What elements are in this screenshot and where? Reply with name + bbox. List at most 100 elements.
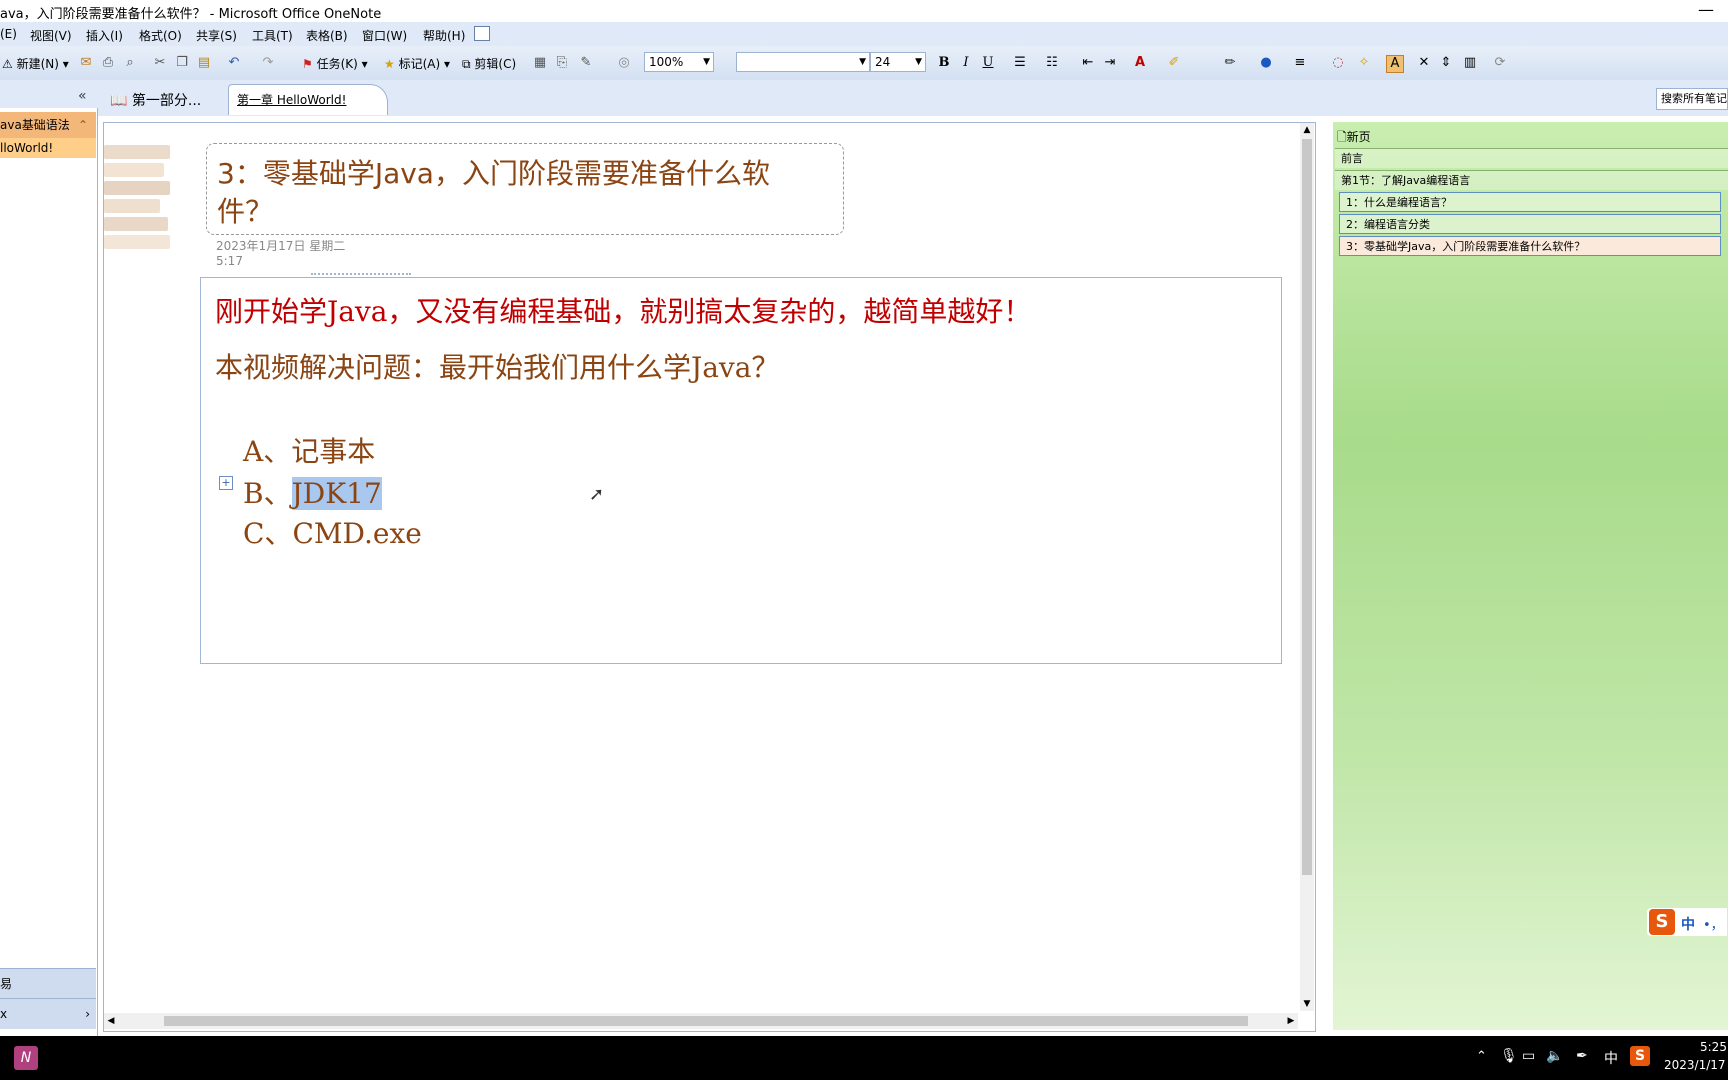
option-a[interactable]: A、记事本 [243, 430, 375, 470]
highlight-icon[interactable]: ✐ [1166, 55, 1182, 71]
vertical-scroll-thumb[interactable] [1302, 139, 1312, 875]
paste-icon[interactable]: ▤ [196, 55, 212, 71]
page-tab-section-1[interactable]: 第1节：了解Java编程语言 [1335, 170, 1728, 190]
space-icon[interactable]: ⇕ [1438, 55, 1454, 71]
option-b[interactable]: B、JDK17 [243, 472, 382, 512]
scroll-left-icon[interactable]: ◀ [104, 1013, 118, 1029]
container-drag-handle[interactable] [311, 273, 411, 275]
indent-icon[interactable]: ⇥ [1102, 55, 1118, 71]
volume-icon[interactable]: 🔈 [1546, 1048, 1563, 1064]
clip-icon: ⧉ [462, 57, 471, 71]
page-title-box[interactable]: 3：零基础学Java，入门阶段需要准备什么软 件？ [206, 143, 844, 235]
scroll-down-icon[interactable]: ▼ [1300, 997, 1314, 1011]
task-button[interactable]: ⚑ 任务(K) ▾ [302, 55, 368, 72]
ime-toolbar[interactable]: S 中 •， [1647, 908, 1727, 936]
scroll-right-icon[interactable]: ▶ [1284, 1013, 1298, 1029]
sogou-tray-icon[interactable]: S [1630, 1046, 1650, 1066]
page-title-line-2: 件？ [217, 195, 274, 228]
italic-button[interactable]: I [958, 55, 974, 71]
clock-date[interactable]: 2023/1/17 [1664, 1058, 1726, 1072]
page-tab-subpage-2[interactable]: 2：编程语言分类 [1339, 214, 1721, 234]
pen-icon[interactable]: ✒ [1576, 1048, 1588, 1064]
nav-bottom-item-1[interactable]: 易 [0, 968, 96, 999]
horizontal-scrollbar[interactable]: ◀ ▶ [104, 1013, 1298, 1029]
cut-icon[interactable]: ✂ [152, 55, 168, 71]
font-size-combo[interactable]: 24 ▼ [870, 52, 926, 72]
mark-button[interactable]: ★ 标记(A) ▾ [384, 55, 450, 72]
microphone-icon[interactable]: 🎙 [1500, 1048, 1518, 1064]
page-tab-subpage-3-active[interactable]: 3：零基础学Java，入门阶段需要准备什么软件？ [1339, 236, 1721, 256]
fill-color-icon[interactable]: ● [1258, 55, 1274, 71]
scroll-up-icon[interactable]: ▲ [1300, 123, 1314, 137]
undo-icon[interactable]: ↶ [226, 55, 242, 71]
section-group-tab[interactable]: 📖 第一部分... [110, 90, 201, 110]
menu-window[interactable]: 窗口(W) [362, 27, 407, 44]
page-canvas: 3：零基础学Java，入门阶段需要准备什么软 件？ 2023年1月17日 星期二… [103, 122, 1316, 1032]
numbering-icon[interactable]: ☷ [1044, 55, 1060, 71]
font-color-icon[interactable]: A [1132, 55, 1148, 71]
print-icon[interactable]: ⎙ [100, 55, 116, 71]
page-tab-preface[interactable]: 前言 [1335, 148, 1728, 168]
page-tab-subpage-1[interactable]: 1：什么是编程语言？ [1339, 192, 1721, 212]
sync-icon[interactable]: ⟳ [1492, 55, 1508, 71]
nav-bottom-item-2[interactable]: x › [0, 998, 96, 1029]
print-preview-icon[interactable]: ⌕ [122, 55, 138, 71]
attach-icon[interactable]: ⎘ [554, 55, 570, 71]
vertical-scrollbar[interactable]: ▲ ▼ [1300, 123, 1314, 1011]
ime-punct[interactable]: •， [1703, 914, 1724, 933]
menu-bar: (E) 视图(V) 插入(I) 格式(O) 共享(S) 工具(T) 表格(B) … [0, 22, 1728, 46]
menu-tools[interactable]: 工具(T) [252, 27, 293, 44]
type-select-icon[interactable]: A [1386, 55, 1404, 73]
clip-button[interactable]: ⧉ 剪辑(C) [462, 55, 516, 72]
minimize-button[interactable]: — [1698, 0, 1714, 19]
horizontal-scroll-thumb[interactable] [164, 1016, 1248, 1026]
menu-insert[interactable]: 插入(I) [86, 27, 123, 44]
outdent-icon[interactable]: ⇤ [1080, 55, 1096, 71]
selected-text[interactable]: JDK17 [291, 477, 382, 510]
expand-icon[interactable]: + [219, 476, 233, 490]
new-button[interactable]: ⚠ 新建(N) ▾ [2, 55, 69, 72]
menu-format[interactable]: 格式(O) [139, 27, 182, 44]
open-icon[interactable]: ✉ [78, 55, 94, 71]
copy-icon[interactable]: ❐ [174, 55, 190, 71]
zoom-combo[interactable]: 100% ▼ [644, 52, 714, 72]
search-input[interactable]: 搜索所有笔记 [1656, 88, 1728, 110]
ime-lang-tray[interactable]: 中 [1604, 1048, 1618, 1068]
chevron-up-icon: ⌃ [77, 118, 88, 132]
pen-icon[interactable]: ✎ [578, 55, 594, 71]
eraser-icon[interactable]: ✧ [1356, 55, 1372, 71]
note-line-2[interactable]: 本视频解决问题：最开始我们用什么学Java？ [215, 346, 779, 386]
line-weight-icon[interactable]: ≡ [1292, 55, 1308, 71]
menu-share[interactable]: 共享(S) [196, 27, 237, 44]
ime-lang[interactable]: 中 [1681, 914, 1695, 934]
web-icon[interactable]: ◎ [616, 55, 632, 71]
onenote-taskbar-icon[interactable]: N [14, 1046, 38, 1070]
pen-color-icon[interactable]: ✏ [1222, 55, 1238, 71]
font-name-combo[interactable]: ▼ [736, 52, 870, 72]
delete-icon[interactable]: ✕ [1416, 55, 1432, 71]
chevron-down-icon: ▼ [915, 57, 922, 67]
menu-view[interactable]: 视图(V) [30, 27, 72, 44]
nav-item-section[interactable]: ava基础语法 ⌃ [0, 112, 96, 138]
clock-time[interactable]: 5:25 [1700, 1040, 1727, 1054]
page-icon[interactable]: ▥ [1462, 55, 1478, 71]
network-icon[interactable]: ▭ [1522, 1048, 1535, 1064]
underline-button[interactable]: U [980, 55, 996, 71]
menu-edit[interactable]: (E) [0, 27, 17, 41]
new-page-button[interactable]: 🗋新页 [1337, 128, 1371, 149]
menu-help[interactable]: 帮助(H) [423, 27, 465, 44]
help-window-icon[interactable] [474, 26, 490, 41]
menu-table[interactable]: 表格(B) [306, 27, 348, 44]
chevron-up-icon[interactable]: ⌃ [1476, 1049, 1487, 1064]
lasso-icon[interactable]: ◌ [1330, 55, 1346, 71]
note-container[interactable]: 刚开始学Java，又没有编程基础，就别搞太复杂的，越简单越好！ 本视频解决问题：… [200, 273, 1282, 664]
note-line-1[interactable]: 刚开始学Java，又没有编程基础，就别搞太复杂的，越简单越好！ [215, 290, 1031, 330]
table-icon[interactable]: ▦ [532, 55, 548, 71]
redo-icon[interactable]: ↷ [260, 55, 276, 71]
nav-item-page[interactable]: lloWorld! [0, 138, 96, 158]
option-c[interactable]: C、CMD.exe [243, 512, 422, 552]
bullets-icon[interactable]: ☰ [1012, 55, 1028, 71]
section-tab-active[interactable]: 第一章 HelloWorld! [228, 84, 388, 115]
collapse-nav-icon[interactable]: « [78, 88, 87, 104]
bold-button[interactable]: B [936, 55, 952, 71]
